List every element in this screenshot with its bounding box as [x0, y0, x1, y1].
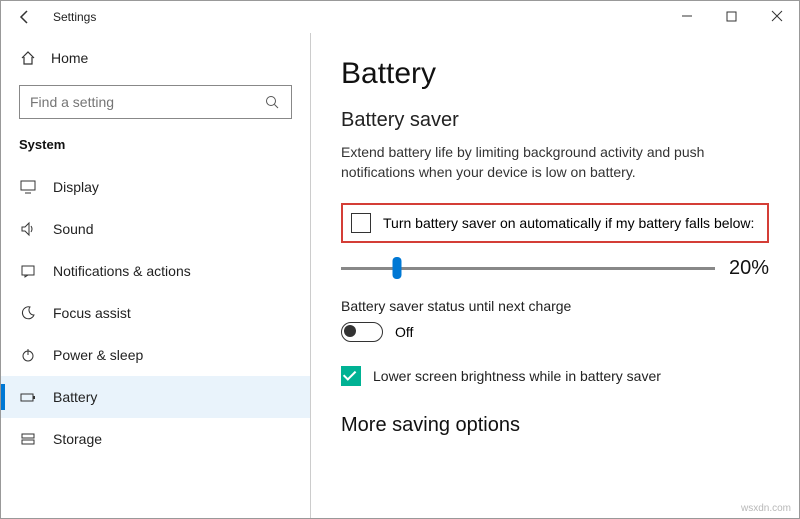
nav-sound[interactable]: Sound [1, 208, 310, 250]
status-toggle[interactable] [341, 322, 383, 342]
search-icon [263, 93, 281, 111]
section-label: System [1, 137, 310, 166]
maximize-button[interactable] [709, 1, 754, 31]
threshold-slider[interactable] [341, 258, 715, 278]
nav-label: Battery [53, 389, 97, 405]
search-box[interactable] [19, 85, 292, 119]
status-label: Battery saver status until next charge [341, 298, 769, 314]
brightness-label: Lower screen brightness while in battery… [373, 368, 661, 384]
threshold-value: 20% [729, 257, 769, 280]
close-button[interactable] [754, 1, 799, 31]
sound-icon [19, 220, 37, 238]
page-heading: Battery [341, 57, 769, 91]
moon-icon [19, 304, 37, 322]
nav-focus-assist[interactable]: Focus assist [1, 292, 310, 334]
storage-icon [19, 430, 37, 448]
toggle-state: Off [395, 324, 413, 340]
home-link[interactable]: Home [1, 43, 310, 73]
search-input[interactable] [30, 94, 250, 110]
auto-saver-row: Turn battery saver on automatically if m… [341, 203, 769, 243]
more-options-heading: More saving options [341, 414, 769, 437]
minimize-button[interactable] [664, 1, 709, 31]
power-icon [19, 346, 37, 364]
notify-icon [19, 262, 37, 280]
section-heading: Battery saver [341, 109, 769, 132]
nav-label: Power & sleep [53, 347, 143, 363]
back-button[interactable] [11, 3, 39, 31]
nav-display[interactable]: Display [1, 166, 310, 208]
nav-notifications[interactable]: Notifications & actions [1, 250, 310, 292]
nav-label: Display [53, 179, 99, 195]
main-panel: Battery Battery saver Extend battery lif… [311, 33, 799, 518]
nav-power-sleep[interactable]: Power & sleep [1, 334, 310, 376]
nav-storage[interactable]: Storage [1, 418, 310, 460]
watermark: wsxdn.com [741, 503, 791, 514]
auto-saver-label: Turn battery saver on automatically if m… [383, 215, 754, 231]
nav-label: Sound [53, 221, 93, 237]
auto-saver-checkbox[interactable] [351, 213, 371, 233]
brightness-checkbox[interactable] [341, 366, 361, 386]
nav-label: Focus assist [53, 305, 131, 321]
window-title: Settings [53, 10, 96, 24]
section-description: Extend battery life by limiting backgrou… [341, 142, 769, 183]
monitor-icon [19, 178, 37, 196]
home-label: Home [51, 50, 88, 66]
nav-label: Notifications & actions [53, 263, 191, 279]
home-icon [19, 49, 37, 67]
battery-icon [19, 388, 37, 406]
sidebar: Home System Display Sound Notifications … [1, 33, 311, 518]
nav-label: Storage [53, 431, 102, 447]
nav-battery[interactable]: Battery [1, 376, 310, 418]
